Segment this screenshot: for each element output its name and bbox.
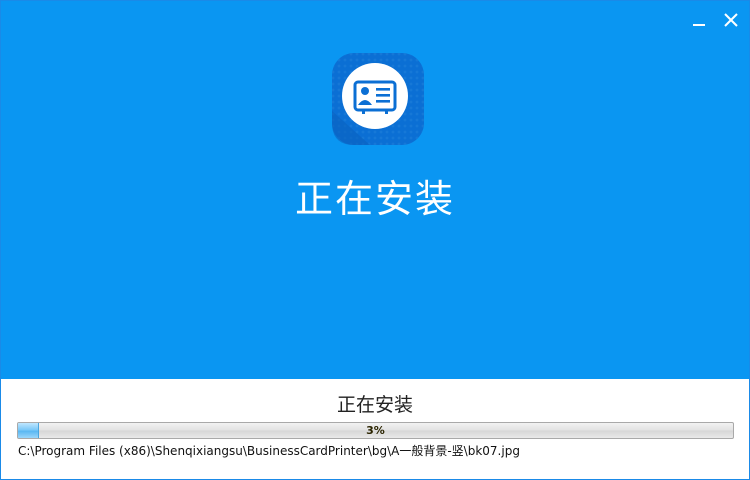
install-progress-bar: 3% [17, 422, 734, 439]
installer-window: 正在安装 正在安装 3% C:\Program Files (x86)\Shen… [0, 0, 750, 480]
hero-banner: 正在安装 [1, 1, 749, 379]
close-icon [724, 13, 738, 27]
current-file-path: C:\Program Files (x86)\Shenqixiangsu\Bus… [18, 444, 520, 458]
close-button[interactable] [717, 7, 745, 33]
hero-title: 正在安装 [294, 177, 455, 221]
business-card-icon [332, 53, 424, 145]
install-status-text: 正在安装 [336, 394, 413, 416]
progress-label: 3% [366, 424, 385, 437]
minimize-icon [693, 24, 705, 26]
minimize-button[interactable] [685, 7, 713, 33]
